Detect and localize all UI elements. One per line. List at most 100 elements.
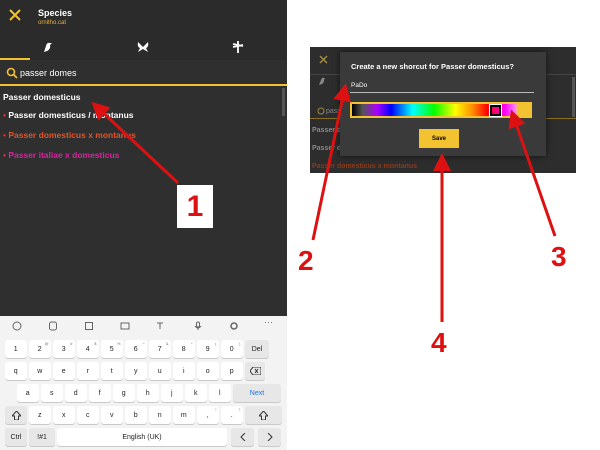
key-d[interactable]: d: [65, 384, 87, 402]
dragonfly-icon: [232, 40, 243, 53]
key-0[interactable]: 0): [221, 340, 243, 358]
key-b[interactable]: b: [125, 406, 147, 424]
key-r[interactable]: r: [77, 362, 99, 380]
delete-key[interactable]: Del: [245, 340, 269, 358]
result-label: Passer domesticus / montanus: [8, 110, 134, 120]
step-3-number: 3: [551, 241, 567, 272]
app-header: Species ornitho.cat: [0, 0, 287, 33]
key-q[interactable]: q: [5, 362, 27, 380]
search-icon: [6, 67, 18, 79]
key-u[interactable]: u: [149, 362, 171, 380]
key-y[interactable]: y: [125, 362, 147, 380]
key-a[interactable]: a: [17, 384, 39, 402]
result-label: Passer italiae x domesticus: [8, 150, 120, 160]
page-subtitle: ornitho.cat: [38, 20, 67, 26]
key-m[interactable]: m: [173, 406, 195, 424]
key-i[interactable]: i: [173, 362, 195, 380]
key-l[interactable]: l: [209, 384, 231, 402]
key-n[interactable]: n: [149, 406, 171, 424]
on-screen-keyboard: ··· 1 2 @3 #4 $5% 6 ^ 7 & 8 * 9(0) Del q w e r t y u i o p a s d f…: [0, 316, 287, 450]
key-c[interactable]: c: [77, 406, 99, 424]
list-item[interactable]: • Passer domesticus / montanus: [3, 110, 134, 120]
space-key[interactable]: English (UK): [57, 428, 227, 446]
sticker-icon[interactable]: [48, 321, 58, 331]
shift-key[interactable]: [5, 406, 27, 424]
save-button[interactable]: Save: [419, 129, 459, 148]
key-w[interactable]: w: [29, 362, 51, 380]
settings-gear-icon[interactable]: [229, 321, 239, 331]
key-z[interactable]: z: [29, 406, 51, 424]
key-g[interactable]: g: [113, 384, 135, 402]
key-v[interactable]: v: [101, 406, 123, 424]
key-5[interactable]: 5%: [101, 340, 123, 358]
dialog-title: Create a new shorcut for Passer domestic…: [351, 62, 514, 71]
more-icon[interactable]: ···: [264, 317, 274, 327]
taxon-tabs: [0, 33, 287, 60]
key-h[interactable]: h: [137, 384, 159, 402]
cursor-right-key[interactable]: [258, 428, 281, 446]
color-picker-spectrum[interactable]: [350, 102, 532, 118]
key-punct[interactable]: .?: [221, 406, 243, 424]
key-8[interactable]: 8 *: [173, 340, 195, 358]
key-punct[interactable]: ,!: [197, 406, 219, 424]
dialog-screenshot: passer domes Passer domesticus Passer do…: [310, 47, 576, 173]
key-f[interactable]: f: [89, 384, 111, 402]
list-item[interactable]: Passer domesticus: [3, 92, 80, 102]
chevron-left-icon: [239, 433, 245, 441]
key-j[interactable]: j: [161, 384, 183, 402]
scrollbar[interactable]: [282, 88, 285, 116]
key-o[interactable]: o: [197, 362, 219, 380]
shortcut-dialog: Create a new shorcut for Passer domestic…: [340, 52, 546, 156]
key-4[interactable]: 4 $: [77, 340, 99, 358]
list-item[interactable]: • Passer italiae x domesticus: [3, 150, 119, 160]
next-key[interactable]: Next: [233, 384, 281, 402]
list-item[interactable]: • Passer domesticus x montanus: [3, 130, 136, 140]
result-label: Passer domesticus x montanus: [8, 130, 136, 140]
key-p[interactable]: p: [221, 362, 243, 380]
key-6[interactable]: 6 ^: [125, 340, 147, 358]
backspace-key[interactable]: [245, 362, 265, 380]
key-1[interactable]: 1: [5, 340, 27, 358]
clipboard-icon[interactable]: [120, 321, 130, 331]
phone-screenshot: Species ornitho.cat passer domes Passer …: [0, 0, 287, 450]
dimmed-result: Passer domesticus x montanus: [312, 163, 418, 170]
symbols-key[interactable]: !#1: [29, 428, 55, 446]
ctrl-key[interactable]: Ctrl: [5, 428, 27, 446]
chevron-right-icon: [267, 433, 273, 441]
key-2[interactable]: 2 @: [29, 340, 51, 358]
search-bar[interactable]: passer domes: [0, 62, 287, 86]
bird-icon: [43, 42, 52, 52]
close-icon[interactable]: [8, 8, 22, 22]
keyboard-toolbar: ···: [0, 316, 287, 336]
key-3[interactable]: 3 #: [53, 340, 75, 358]
key-x[interactable]: x: [53, 406, 75, 424]
translate-icon[interactable]: [156, 321, 166, 331]
emoji-icon[interactable]: [12, 321, 22, 331]
key-s[interactable]: s: [41, 384, 63, 402]
tab-dragonflies[interactable]: [190, 33, 285, 60]
key-7[interactable]: 7 &: [149, 340, 171, 358]
active-tab-indicator: [0, 58, 30, 60]
color-selector-handle[interactable]: [490, 105, 501, 116]
search-input[interactable]: passer domes: [20, 68, 77, 78]
result-label: Passer domesticus: [3, 92, 81, 102]
step-1-label-box: 1: [177, 185, 213, 228]
shift-icon: [259, 410, 268, 420]
shortcut-name-input[interactable]: PaDo: [351, 82, 367, 89]
microphone-icon[interactable]: [193, 321, 203, 331]
shift-key-right[interactable]: [245, 406, 282, 424]
tab-butterflies[interactable]: [95, 33, 190, 60]
tab-birds[interactable]: [0, 33, 95, 60]
input-underline: [350, 92, 534, 93]
search-underline: [0, 84, 287, 86]
key-e[interactable]: e: [53, 362, 75, 380]
cursor-left-key[interactable]: [231, 428, 254, 446]
step-2-number: 2: [298, 245, 314, 276]
butterfly-icon: [137, 41, 148, 52]
page-title: Species: [38, 8, 73, 18]
key-t[interactable]: t: [101, 362, 123, 380]
key-k[interactable]: k: [185, 384, 207, 402]
key-9[interactable]: 9(: [197, 340, 219, 358]
gif-icon[interactable]: [84, 321, 94, 331]
step-4-number: 4: [431, 327, 447, 358]
